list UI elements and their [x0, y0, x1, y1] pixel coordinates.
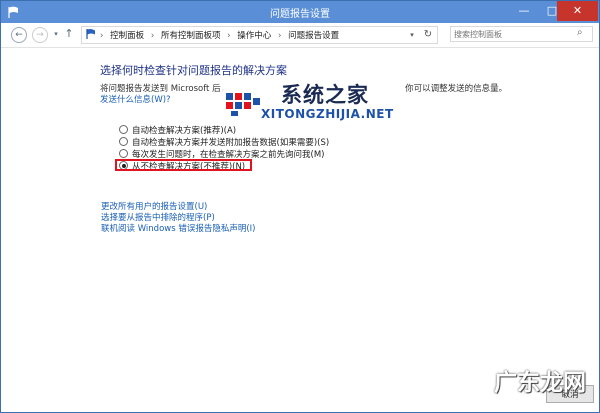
breadcrumb-action-center[interactable]: 操作中心: [237, 31, 271, 41]
what-info-link[interactable]: 发送什么信息(W)?: [100, 93, 171, 105]
site-watermark: 系统之家 XITONGZHIJIA.NET: [217, 79, 403, 147]
address-bar[interactable]: › 控制面板 › 所有控制面板项 › 操作中心 › 问题报告设置 ▾ ↻: [81, 26, 438, 44]
related-links: 更改所有用户的报告设置(U) 选择要从报告中排除的程序(P) 联机阅读 Wind…: [101, 200, 256, 234]
close-button[interactable]: ✕: [557, 1, 598, 21]
exclude-programs-link[interactable]: 选择要从报告中排除的程序(P): [101, 211, 256, 223]
main-content: 选择何时检查针对问题报告的解决方案 将问题报告发送到 Microsoft 后，你…: [1, 48, 599, 413]
action-center-flag-icon: [86, 28, 95, 39]
radio-auto-check-send-data[interactable]: [119, 137, 128, 146]
search-icon[interactable]: ⌕: [577, 27, 583, 38]
breadcrumb-separator: ›: [277, 31, 282, 41]
breadcrumb-all-items[interactable]: 所有控制面板项: [161, 31, 221, 41]
breadcrumb-separator: ›: [150, 31, 155, 41]
navigation-bar: ← → ▾ ↑ › 控制面板 › 所有控制面板项 › 操作中心 › 问题报告设置…: [1, 23, 599, 48]
privacy-statement-link[interactable]: 联机阅读 Windows 错误报告隐私声明(I): [101, 222, 256, 234]
breadcrumb-problem-report-settings[interactable]: 问题报告设置: [288, 31, 339, 41]
breadcrumb-separator: ›: [100, 31, 104, 41]
search-box[interactable]: ⌕: [450, 26, 593, 42]
radio-ask-me[interactable]: [119, 149, 128, 158]
problem-report-settings-window: 问题报告设置 — □ ✕ ← → ▾ ↑ › 控制面板 › 所有控制面板项 › …: [0, 0, 600, 413]
forward-arrow-icon[interactable]: →: [32, 27, 48, 43]
breadcrumb-control-panel[interactable]: 控制面板: [110, 31, 144, 41]
radio-auto-check[interactable]: [119, 125, 128, 134]
page-heading: 选择何时检查针对问题报告的解决方案: [100, 64, 287, 77]
selection-highlight-box: [115, 159, 252, 171]
watermark-site-url: XITONGZHIJIA.NET: [261, 107, 394, 121]
search-input[interactable]: [454, 28, 572, 40]
recent-pages-chevron-icon[interactable]: ▾: [52, 27, 60, 41]
corner-watermark: 广东龙网: [494, 370, 586, 396]
breadcrumb-separator: ›: [227, 31, 231, 41]
back-arrow-icon[interactable]: ←: [11, 27, 27, 43]
refresh-icon[interactable]: ↻: [421, 27, 435, 43]
change-all-users-settings-link[interactable]: 更改所有用户的报告设置(U): [101, 200, 256, 212]
minimize-button[interactable]: —: [510, 1, 538, 21]
watermark-site-name: 系统之家: [281, 82, 369, 107]
title-bar: 问题报告设置 — □ ✕: [1, 1, 599, 23]
description-end: 你可以调整发送的信息量。: [405, 84, 508, 94]
address-history-chevron-icon[interactable]: ▾: [405, 27, 419, 43]
up-arrow-icon[interactable]: ↑: [64, 27, 74, 41]
breadcrumb: › 控制面板 › 所有控制面板项 › 操作中心 › 问题报告设置: [100, 29, 343, 41]
